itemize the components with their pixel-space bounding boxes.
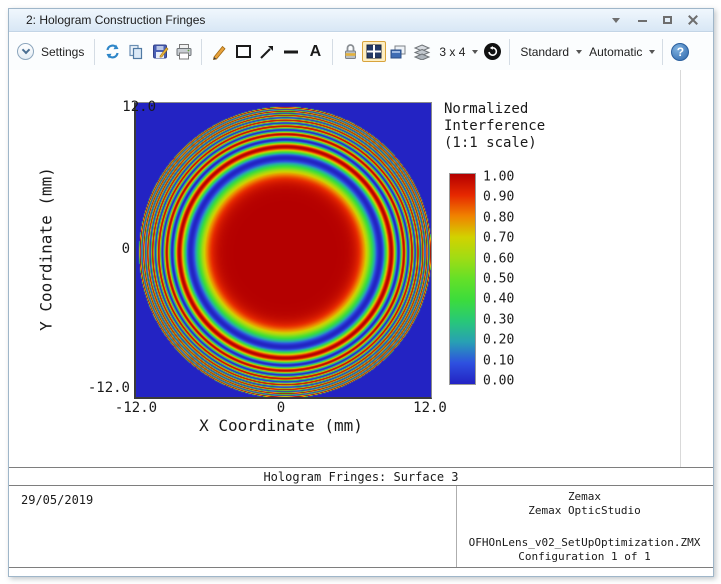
colorbar-tick-label: 0.20 (483, 333, 514, 348)
print-icon (175, 43, 193, 60)
split-view-icon (366, 44, 382, 59)
standard-dropdown[interactable]: Standard (515, 38, 584, 66)
text-icon: A (310, 43, 322, 61)
fringe-heatmap (134, 102, 432, 399)
automatic-dropdown[interactable]: Automatic (584, 38, 657, 66)
y-axis-title: Y Coordinate (mm) (37, 167, 56, 331)
file-name: OFHOnLens_v02_SetUpOptimization.ZMX (456, 536, 713, 550)
layers-icon (413, 44, 431, 60)
colorbar-tick-label: 0.30 (483, 312, 514, 327)
colorbar-tick-label: 0.00 (483, 374, 514, 389)
chevron-down-icon (576, 50, 582, 54)
split-view-button[interactable] (362, 41, 386, 62)
colorbar-tick-label: 0.50 (483, 272, 514, 287)
colorbar-tick-label: 0.10 (483, 353, 514, 368)
window-title: 2: Hologram Construction Fringes (26, 13, 205, 27)
y-tick-bottom: -12.0 (80, 380, 130, 396)
colorbar-tick-label: 0.60 (483, 251, 514, 266)
brand-line2: Zemax OpticStudio (456, 504, 713, 518)
annotate-text-button[interactable]: A (303, 38, 327, 66)
lock-button[interactable] (338, 38, 362, 66)
refresh-button[interactable] (100, 38, 124, 66)
settings-label: Settings (38, 45, 87, 59)
y-tick-mid: 0 (80, 241, 130, 257)
close-button[interactable] (687, 14, 699, 26)
chevron-down-icon (612, 18, 620, 23)
colorbar-tick-label: 0.80 (483, 210, 514, 225)
toolbar-separator (94, 39, 95, 65)
reset-icon (484, 43, 501, 60)
maximize-icon (663, 16, 672, 24)
minimize-button[interactable] (637, 14, 649, 26)
colorbar-tick-label: 0.70 (483, 231, 514, 246)
rectangle-icon (235, 44, 252, 59)
help-icon: ? (671, 43, 689, 61)
toolbar: Settings (9, 33, 713, 70)
overlap-windows-button[interactable] (386, 38, 410, 66)
legend-title: Normalized Interference (1:1 scale) (444, 101, 545, 152)
toolbar-separator (201, 39, 202, 65)
colorbar-tick-label: 1.00 (483, 170, 514, 185)
file-block: OFHOnLens_v02_SetUpOptimization.ZMX Conf… (456, 536, 713, 564)
grid-size-dropdown[interactable]: 3 x 4 (434, 38, 480, 66)
lock-icon (343, 43, 358, 60)
footer-bottom-line (9, 567, 713, 568)
title-bar: 2: Hologram Construction Fringes (9, 9, 713, 32)
toolbar-separator (662, 39, 663, 65)
x-tick-left: -12.0 (115, 400, 157, 416)
annotate-arrow-button[interactable] (255, 38, 279, 66)
annotate-rectangle-button[interactable] (231, 38, 255, 66)
standard-label: Standard (517, 45, 572, 59)
hologram-fringes-window: 2: Hologram Construction Fringes Setting… (8, 8, 714, 577)
reset-button[interactable] (480, 38, 504, 66)
x-tick-mid: 0 (277, 400, 285, 416)
grid-size-label: 3 x 4 (436, 45, 468, 59)
chevron-down-icon (472, 50, 478, 54)
brand-line1: Zemax (456, 490, 713, 504)
overlap-windows-icon (389, 44, 407, 60)
print-button[interactable] (172, 38, 196, 66)
copy-icon (128, 44, 144, 60)
colorbar-tick-label: 0.40 (483, 292, 514, 307)
annotate-pencil-button[interactable] (207, 38, 231, 66)
page-edge-line (680, 70, 681, 467)
x-tick-right: 12.0 (413, 400, 447, 416)
configuration-label: Configuration 1 of 1 (456, 550, 713, 564)
date-text: 29/05/2019 (21, 493, 93, 507)
refresh-icon (104, 43, 121, 60)
maximize-button[interactable] (662, 14, 674, 26)
chevron-down-icon (649, 50, 655, 54)
window-menu-button[interactable] (612, 14, 624, 26)
line-icon (283, 44, 299, 60)
arrow-icon (259, 44, 275, 60)
brand-block: Zemax Zemax OpticStudio (456, 490, 713, 518)
copy-button[interactable] (124, 38, 148, 66)
plot-caption: Hologram Fringes: Surface 3 (9, 467, 713, 486)
pencil-icon (211, 44, 227, 60)
toolbar-separator (332, 39, 333, 65)
y-tick-top: 12.0 (106, 99, 156, 115)
layers-button[interactable] (410, 38, 434, 66)
minimize-icon (638, 20, 647, 22)
automatic-label: Automatic (586, 45, 645, 59)
save-icon (152, 43, 169, 60)
toolbar-separator (509, 39, 510, 65)
settings-expander-button[interactable]: Settings (15, 38, 89, 66)
help-button[interactable]: ? (668, 38, 692, 66)
save-button[interactable] (148, 38, 172, 66)
x-axis-title: X Coordinate (mm) (199, 416, 363, 435)
annotate-line-button[interactable] (279, 38, 303, 66)
colorbar (449, 173, 476, 385)
chevron-down-icon (17, 43, 34, 60)
colorbar-tick-label: 0.90 (483, 190, 514, 205)
window-controls (612, 14, 713, 26)
